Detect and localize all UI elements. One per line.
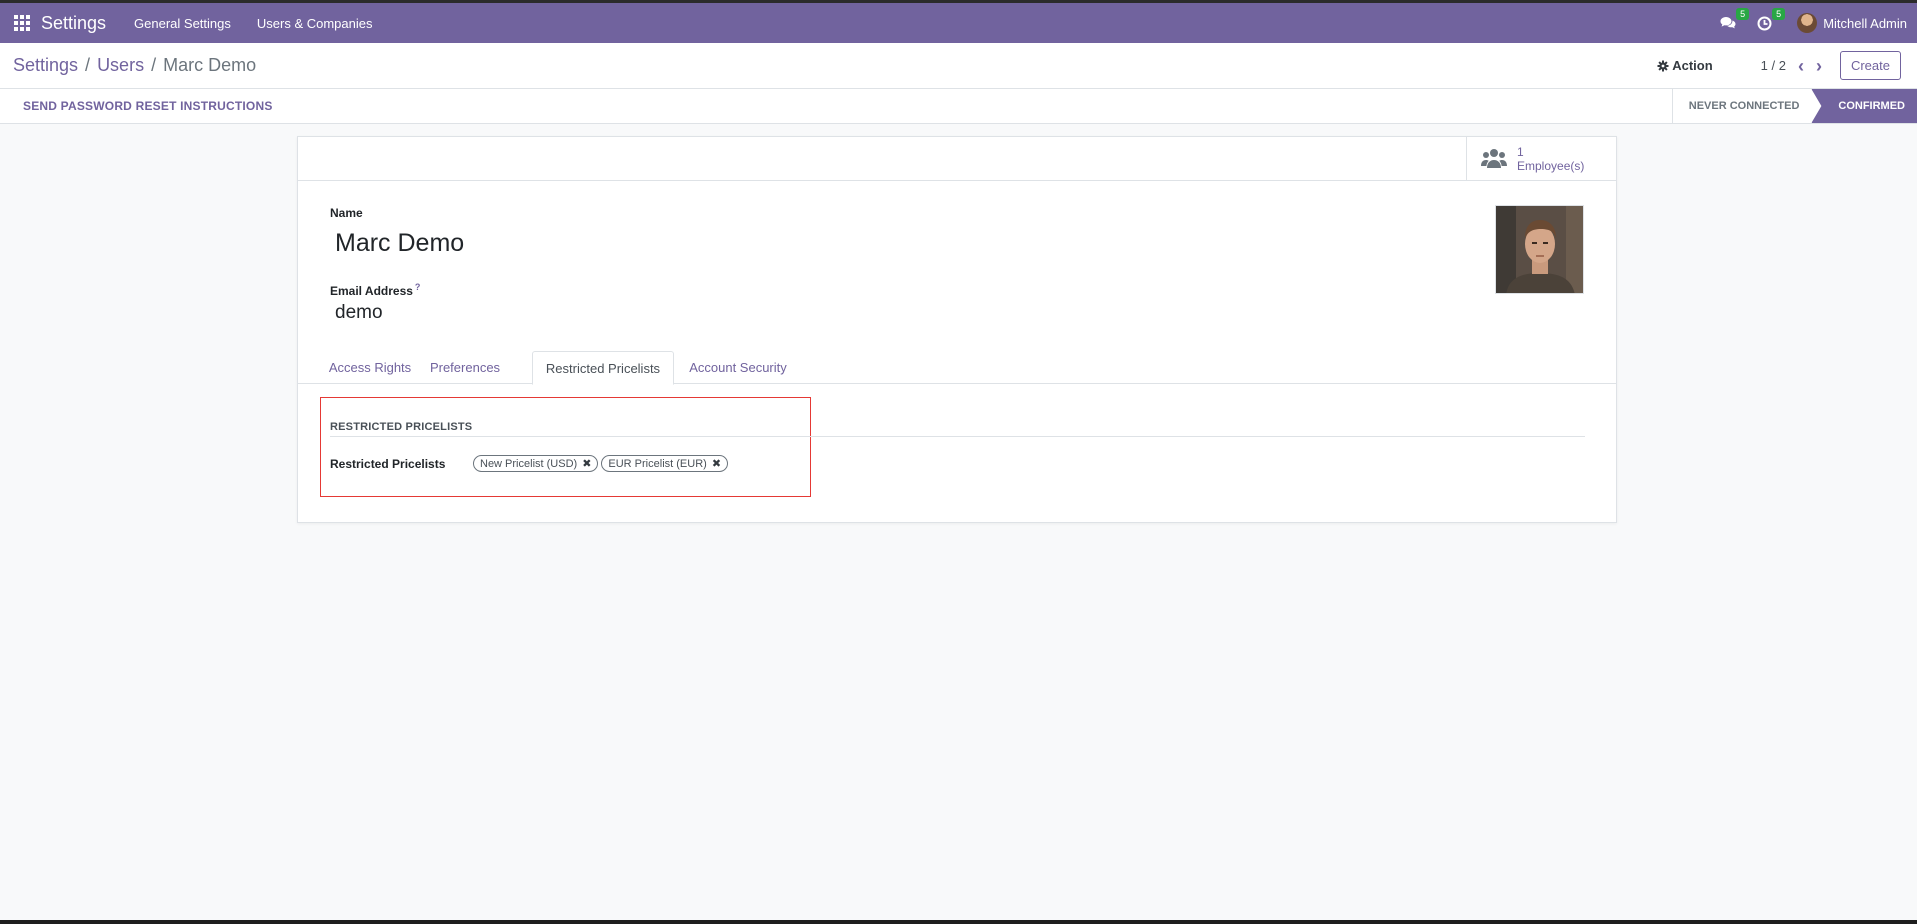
breadcrumb-current: Marc Demo — [163, 55, 257, 75]
chevron-right-icon[interactable]: › — [1816, 57, 1822, 75]
status-bar: SEND PASSWORD RESET INSTRUCTIONS NEVER C… — [0, 89, 1917, 124]
breadcrumb-users[interactable]: Users — [97, 55, 144, 76]
users-icon — [1481, 148, 1507, 168]
gear-icon — [1657, 60, 1669, 71]
send-password-reset-button[interactable]: SEND PASSWORD RESET INSTRUCTIONS — [23, 99, 273, 113]
help-icon[interactable]: ? — [415, 282, 421, 292]
breadcrumb-settings[interactable]: Settings — [13, 55, 78, 76]
employees-count: 1 — [1517, 144, 1524, 159]
apps-grid-icon[interactable] — [14, 15, 30, 31]
chevron-left-icon[interactable]: ‹ — [1798, 57, 1804, 75]
form-sheet: 1 Employee(s) Name Marc Demo Email Addre… — [297, 136, 1617, 523]
tab-preferences[interactable]: Preferences — [418, 351, 512, 384]
action-button[interactable]: Action — [1657, 58, 1713, 73]
email-label-text: Email Address — [330, 284, 413, 298]
menu-users-companies[interactable]: Users & Companies — [257, 16, 373, 31]
name-label: Name — [330, 206, 363, 220]
pricelist-tag: EUR Pricelist (EUR) ✖ — [601, 455, 729, 472]
activities-badge: 5 — [1772, 8, 1786, 20]
pricelist-tag-label: New Pricelist (USD) — [480, 457, 578, 470]
notebook-tabs: Access Rights Preferences Restricted Pri… — [298, 351, 1616, 385]
close-icon[interactable]: ✖ — [582, 457, 591, 470]
tab-access-rights[interactable]: Access Rights — [324, 351, 416, 384]
profile-photo-image — [1496, 206, 1583, 293]
email-field[interactable]: demo — [335, 302, 383, 324]
breadcrumb: Settings / Users / Marc Demo — [13, 55, 256, 76]
messages-badge: 5 — [1736, 8, 1750, 20]
clock-icon — [1757, 16, 1772, 30]
avatar — [1797, 13, 1818, 33]
pricelist-tag: New Pricelist (USD) ✖ — [473, 455, 599, 472]
employees-label: Employee(s) — [1517, 158, 1585, 173]
restricted-pricelists-field[interactable]: New Pricelist (USD) ✖ EUR Pricelist (EUR… — [473, 455, 731, 472]
user-name: Mitchell Admin — [1823, 15, 1907, 31]
pricelist-tag-label: EUR Pricelist (EUR) — [608, 457, 707, 470]
section-divider — [330, 436, 1585, 437]
control-panel: Settings / Users / Marc Demo Action 1 / … — [0, 43, 1917, 89]
tab-account-security[interactable]: Account Security — [676, 351, 800, 384]
employees-stat-button[interactable]: 1 Employee(s) — [1466, 137, 1616, 180]
bottom-edge — [0, 920, 1917, 924]
state-confirmed[interactable]: CONFIRMED — [1811, 89, 1917, 123]
user-photo[interactable] — [1495, 205, 1584, 294]
name-field[interactable]: Marc Demo — [335, 229, 464, 258]
state-never-connected[interactable]: NEVER CONNECTED — [1671, 89, 1812, 123]
state-selector: NEVER CONNECTED CONFIRMED — [1671, 89, 1917, 123]
pager-value[interactable]: 1 / 2 — [1761, 58, 1786, 73]
section-title: RESTRICTED PRICELISTS — [330, 421, 473, 433]
top-navbar: Settings General Settings Users & Compan… — [0, 0, 1917, 43]
email-label: Email Address? — [330, 282, 420, 298]
action-label: Action — [1672, 58, 1713, 73]
app-name[interactable]: Settings — [41, 13, 106, 34]
tab-restricted-pricelists[interactable]: Restricted Pricelists — [532, 351, 674, 385]
button-box: 1 Employee(s) — [298, 137, 1616, 181]
user-menu[interactable]: Mitchell Admin — [1797, 13, 1907, 33]
messages-button[interactable]: 5 — [1717, 8, 1750, 34]
chat-bubbles-icon — [1720, 17, 1736, 29]
create-button[interactable]: Create — [1839, 51, 1901, 80]
activities-button[interactable]: 5 — [1753, 8, 1786, 34]
highlight-box — [320, 397, 811, 497]
close-icon[interactable]: ✖ — [712, 457, 721, 470]
menu-general-settings[interactable]: General Settings — [134, 16, 231, 31]
restricted-pricelists-label: Restricted Pricelists — [330, 457, 446, 471]
breadcrumb-separator: / — [85, 55, 91, 75]
breadcrumb-separator: / — [151, 55, 157, 75]
